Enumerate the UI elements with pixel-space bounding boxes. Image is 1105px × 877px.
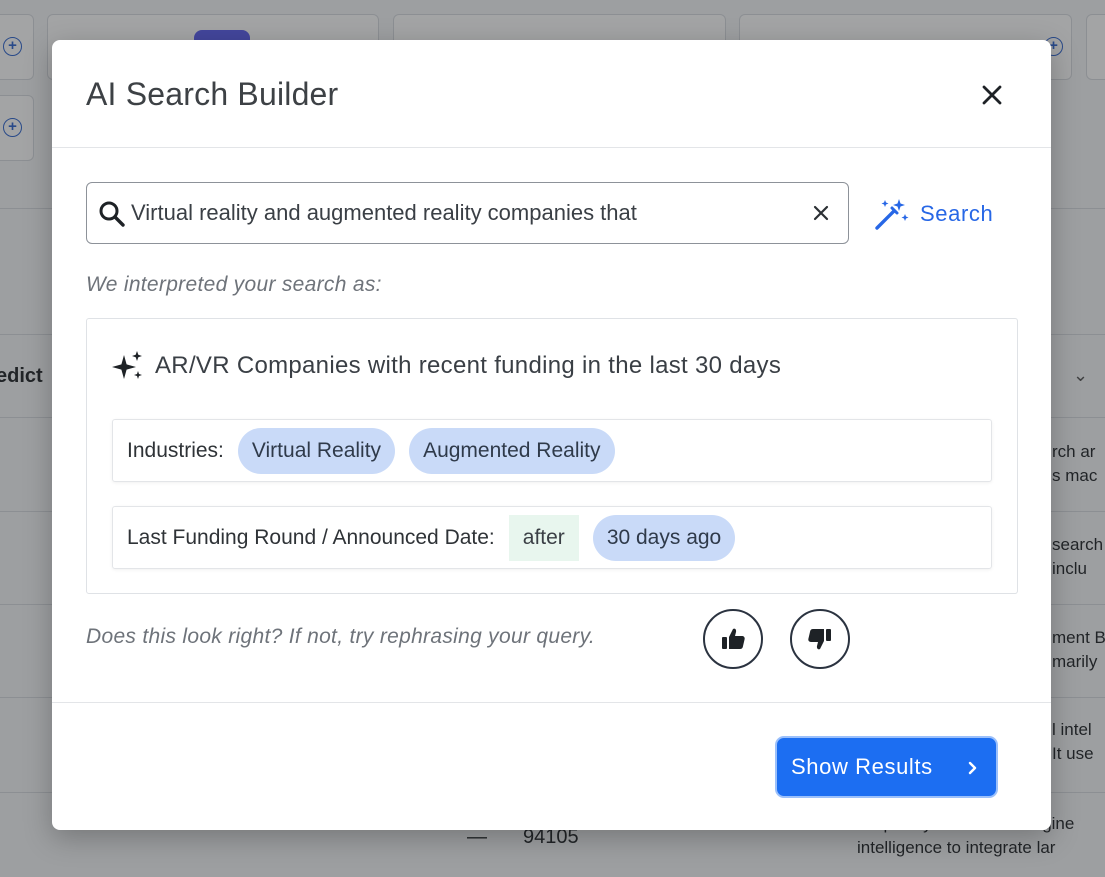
modal-title: AI Search Builder — [86, 76, 339, 112]
filter-label: Last Funding Round / Announced Date: — [127, 525, 495, 549]
filter-row-industries: Industries: Virtual Reality Augmented Re… — [112, 419, 992, 482]
interpretation-label: We interpreted your search as: — [86, 273, 382, 296]
close-button[interactable] — [975, 78, 1009, 112]
clear-icon[interactable] — [809, 201, 833, 225]
search-input[interactable] — [131, 183, 801, 242]
show-results-button[interactable]: Show Results — [775, 736, 998, 798]
feedback-prompt: Does this look right? If not, try rephra… — [86, 625, 595, 648]
sparkles-icon — [112, 351, 142, 379]
search-icon — [99, 201, 125, 227]
thumbs-up-icon — [722, 628, 745, 649]
ai-search-button[interactable]: Search — [872, 192, 993, 236]
interpretation-title: AR/VR Companies with recent funding in t… — [155, 352, 782, 379]
filter-value-chip: 30 days ago — [592, 514, 736, 561]
footer-divider — [52, 702, 1051, 703]
interpretation-title-row: AR/VR Companies with recent funding in t… — [111, 349, 781, 383]
thumbs-down-icon — [808, 629, 831, 650]
magic-wand-icon — [875, 199, 909, 230]
close-icon — [982, 85, 1002, 105]
filter-label: Industries: — [127, 438, 224, 462]
thumbs-down-button[interactable] — [790, 609, 850, 669]
filter-operator-chip: after — [508, 514, 579, 561]
search-button-label: Search — [920, 201, 994, 226]
interpretation-panel: AR/VR Companies with recent funding in t… — [86, 318, 1018, 594]
modal-header: AI Search Builder — [52, 40, 1051, 148]
chevron-right-icon — [968, 761, 977, 775]
filter-value-chip: Augmented Reality — [409, 427, 615, 474]
filter-value-chip: Virtual Reality — [237, 427, 396, 474]
ai-search-builder-dialog: AI Search Builder Search We interpreted … — [52, 40, 1051, 830]
filter-row-funding-date: Last Funding Round / Announced Date: aft… — [112, 506, 992, 569]
show-results-label: Show Results — [791, 754, 933, 779]
search-field[interactable] — [86, 182, 849, 244]
thumbs-up-button[interactable] — [703, 609, 763, 669]
